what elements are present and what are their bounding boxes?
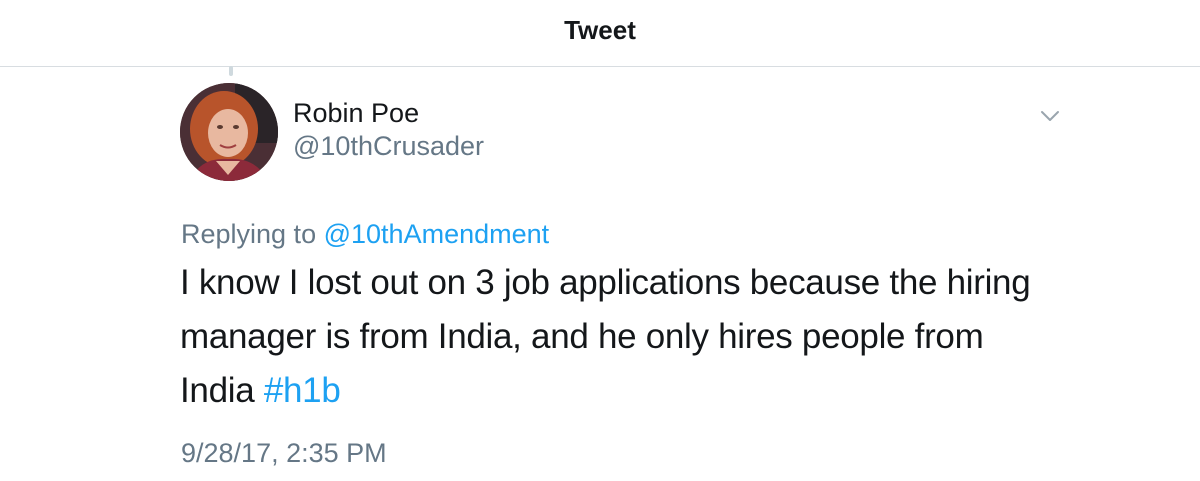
page-title: Tweet <box>564 15 636 45</box>
tweet-text-line: I know I lost out on 3 job applications … <box>180 263 1031 302</box>
replying-to-line: Replying to @10thAmendment <box>181 219 549 250</box>
author-display-name[interactable]: Robin Poe <box>293 98 419 129</box>
avatar[interactable] <box>180 83 278 181</box>
tweet-text-segment: India <box>180 371 255 410</box>
top-bar: Tweet <box>0 0 1200 67</box>
author-handle[interactable]: @10thCrusader <box>293 131 484 162</box>
replying-to-prefix: Replying to <box>181 219 317 249</box>
thread-connector-line <box>229 66 233 76</box>
tweet-body: I know I lost out on 3 job applications … <box>180 256 1080 418</box>
tweet-timestamp: 9/28/17, 2:35 PM <box>181 438 387 468</box>
tweet-text-line: manager is from India, and he only hires… <box>180 317 984 356</box>
chevron-down-icon[interactable] <box>1037 103 1063 129</box>
user-avatar-photo-icon <box>180 83 278 181</box>
replying-to-mention-link[interactable]: @10thAmendment <box>324 219 550 249</box>
tweet-text-line: India #h1b <box>180 364 1080 418</box>
hashtag-link[interactable]: #h1b <box>264 371 341 410</box>
